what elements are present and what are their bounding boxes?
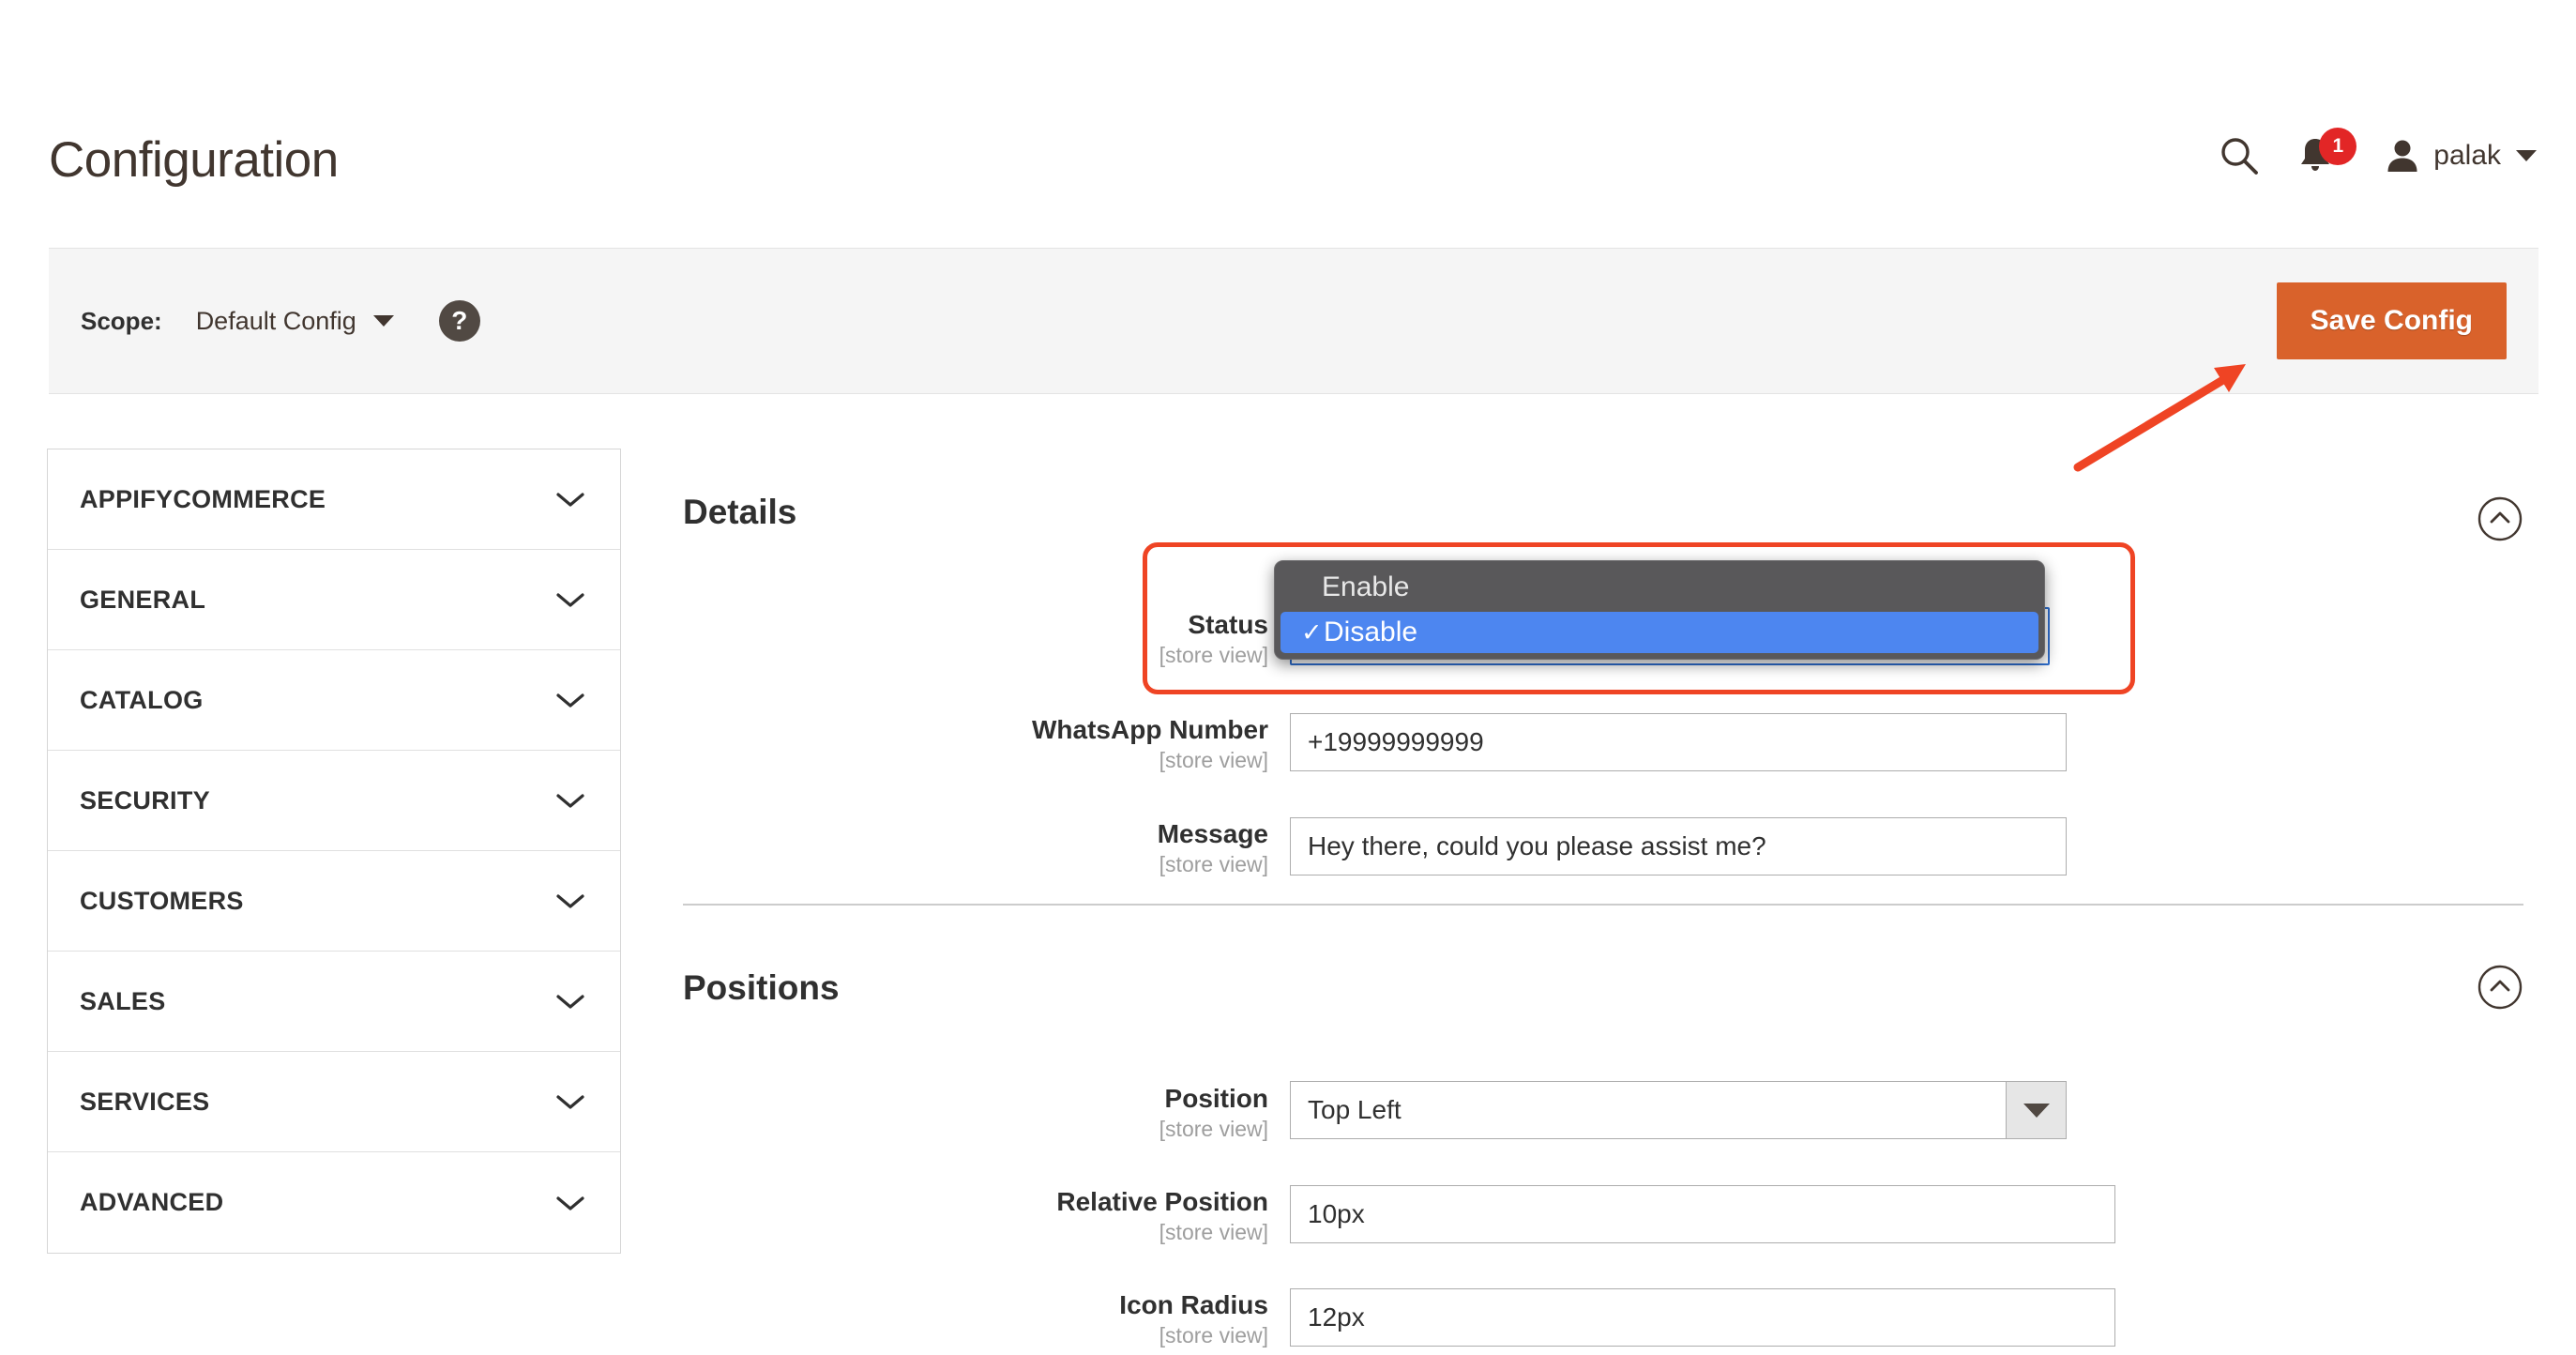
sidebar-item-label: CATALOG — [80, 685, 204, 714]
user-menu[interactable]: palak — [2385, 138, 2537, 174]
position-select-value: Top Left — [1308, 1095, 1402, 1124]
whatsapp-number-input[interactable] — [1290, 713, 2067, 771]
chevron-down-icon — [556, 493, 584, 507]
scope-bar: Scope: Default Config ? Save Config — [49, 248, 2538, 394]
save-config-button[interactable]: Save Config — [2276, 282, 2507, 359]
chevron-down-icon — [556, 894, 584, 908]
relative-position-input[interactable] — [1290, 1185, 2115, 1243]
sidebar-item-label: SECURITY — [80, 785, 210, 815]
status-option-disable-label: Disable — [1324, 617, 1418, 647]
status-field-label: Status [store view] — [1159, 610, 1268, 668]
sidebar-item-sales[interactable]: SALES — [48, 952, 620, 1052]
message-input[interactable] — [1290, 817, 2067, 875]
sidebar-item-label: SALES — [80, 986, 166, 1015]
configuration-sidebar: APPIFYCOMMERCE GENERAL CATALOG SECURITY … — [47, 449, 621, 1254]
chevron-down-icon — [2516, 150, 2537, 161]
whatsapp-number-field-label: WhatsApp Number [store view] — [1032, 715, 1268, 773]
icon-radius-input[interactable] — [1290, 1288, 2115, 1347]
scope-selector-value[interactable]: Default Config — [196, 307, 356, 336]
sidebar-item-label: CUSTOMERS — [80, 886, 244, 915]
chevron-down-icon — [556, 1095, 584, 1109]
details-collapse-toggle[interactable] — [2477, 495, 2523, 542]
chevron-down-icon[interactable] — [372, 315, 394, 327]
chevron-down-icon — [556, 995, 584, 1009]
user-name-label: palak — [2433, 140, 2501, 171]
checkmark-icon: ✓ — [1301, 617, 1323, 647]
question-mark-icon[interactable]: ? — [438, 300, 480, 342]
sidebar-item-appifycommerce[interactable]: APPIFYCOMMERCE — [48, 449, 620, 550]
sidebar-item-general[interactable]: GENERAL — [48, 550, 620, 650]
sidebar-item-label: GENERAL — [80, 585, 206, 614]
chevron-down-icon — [556, 794, 584, 808]
notification-count-badge: 1 — [2319, 128, 2357, 165]
status-option-disable[interactable]: ✓ Disable — [1280, 612, 2038, 653]
notifications-button[interactable]: 1 — [2296, 128, 2357, 178]
sidebar-item-catalog[interactable]: CATALOG — [48, 650, 620, 751]
chevron-down-icon — [556, 593, 584, 607]
sidebar-item-customers[interactable]: CUSTOMERS — [48, 851, 620, 952]
header-actions: 1 palak — [2220, 128, 2537, 178]
position-field-label: Position [store view] — [1159, 1084, 1268, 1142]
sidebar-item-security[interactable]: SECURITY — [48, 751, 620, 851]
position-select[interactable]: Top Left — [1290, 1081, 2067, 1139]
icon-radius-field-label: Icon Radius [store view] — [1119, 1290, 1268, 1348]
sidebar-item-services[interactable]: SERVICES — [48, 1052, 620, 1152]
status-option-enable-label: Enable — [1322, 571, 1410, 602]
chevron-down-icon — [556, 693, 584, 708]
sidebar-item-label: SERVICES — [80, 1087, 210, 1116]
section-divider — [683, 904, 2523, 906]
user-avatar-icon — [2387, 140, 2417, 172]
sidebar-item-label: APPIFYCOMMERCE — [80, 484, 326, 513]
message-field-label: Message [store view] — [1157, 819, 1268, 877]
triangle-down-icon[interactable] — [2006, 1082, 2066, 1138]
page-title: Configuration — [49, 132, 339, 188]
sidebar-item-advanced[interactable]: ADVANCED — [48, 1152, 620, 1253]
positions-collapse-toggle[interactable] — [2477, 964, 2523, 1011]
section-title-details: Details — [683, 493, 797, 531]
chevron-down-icon — [556, 1195, 584, 1210]
search-icon — [2221, 138, 2259, 175]
status-dropdown-menu[interactable]: Enable ✓ Disable — [1274, 560, 2045, 660]
scope-label: Scope: — [81, 306, 162, 335]
relative-position-field-label: Relative Position [store view] — [1056, 1187, 1268, 1245]
search-button[interactable] — [2220, 136, 2259, 175]
configuration-page: Configuration 1 palak Scope: Default Con… — [0, 0, 2576, 1355]
sidebar-item-label: ADVANCED — [80, 1188, 224, 1216]
section-title-positions: Positions — [683, 968, 840, 1007]
status-option-enable[interactable]: Enable — [1280, 567, 2038, 608]
